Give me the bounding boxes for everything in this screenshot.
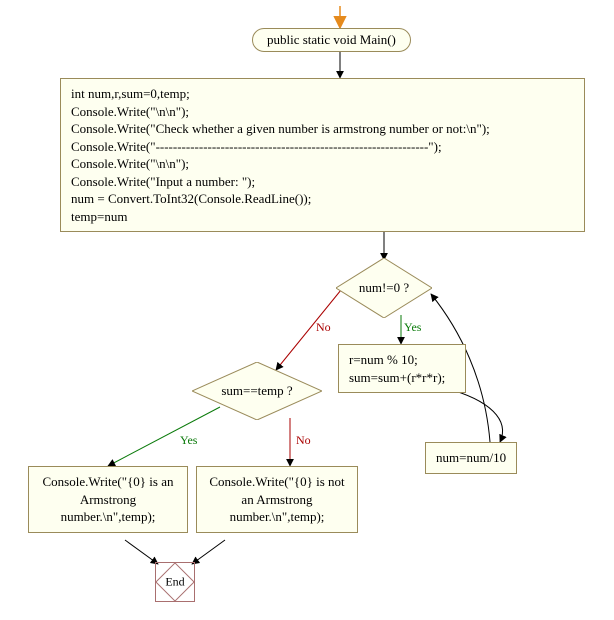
code-line: num=num/10	[436, 450, 506, 465]
code-line: r=num % 10;	[349, 351, 455, 369]
code-line: num = Convert.ToInt32(Console.ReadLine()…	[71, 190, 574, 208]
decision-result: sum==temp ?	[192, 362, 322, 420]
decision-result-label: sum==temp ?	[221, 383, 292, 399]
code-line: temp=num	[71, 208, 574, 226]
code-line: Console.Write("Check whether a given num…	[71, 120, 574, 138]
loop-body: r=num % 10; sum=sum+(r*r*r);	[338, 344, 466, 393]
code-line: Console.Write("-------------------------…	[71, 138, 574, 156]
init-block: int num,r,sum=0,temp; Console.Write("\n\…	[60, 78, 585, 232]
decision-loop: num!=0 ?	[336, 258, 432, 318]
edge-label-yes: Yes	[180, 433, 197, 448]
end-label: End	[165, 575, 184, 590]
edge-label-no: No	[296, 433, 311, 448]
end-node: End	[155, 562, 195, 602]
edge-label-yes: Yes	[404, 320, 421, 335]
loop-step: num=num/10	[425, 442, 517, 474]
code-line: Console.Write("{0} is not an Armstrong n…	[209, 474, 344, 524]
decision-loop-label: num!=0 ?	[359, 280, 409, 296]
flowchart-canvas: public static void Main() int num,r,sum=…	[0, 0, 614, 620]
start-label: public static void Main()	[267, 32, 396, 47]
start-node: public static void Main()	[252, 28, 411, 52]
edge-label-no: No	[316, 320, 331, 335]
code-line: Console.Write("{0} is an Armstrong numbe…	[43, 474, 174, 524]
code-line: Console.Write("Input a number: ");	[71, 173, 574, 191]
code-line: sum=sum+(r*r*r);	[349, 369, 455, 387]
code-line: Console.Write("\n\n");	[71, 155, 574, 173]
result-yes: Console.Write("{0} is an Armstrong numbe…	[28, 466, 188, 533]
code-line: Console.Write("\n\n");	[71, 103, 574, 121]
result-no: Console.Write("{0} is not an Armstrong n…	[196, 466, 358, 533]
code-line: int num,r,sum=0,temp;	[71, 85, 574, 103]
